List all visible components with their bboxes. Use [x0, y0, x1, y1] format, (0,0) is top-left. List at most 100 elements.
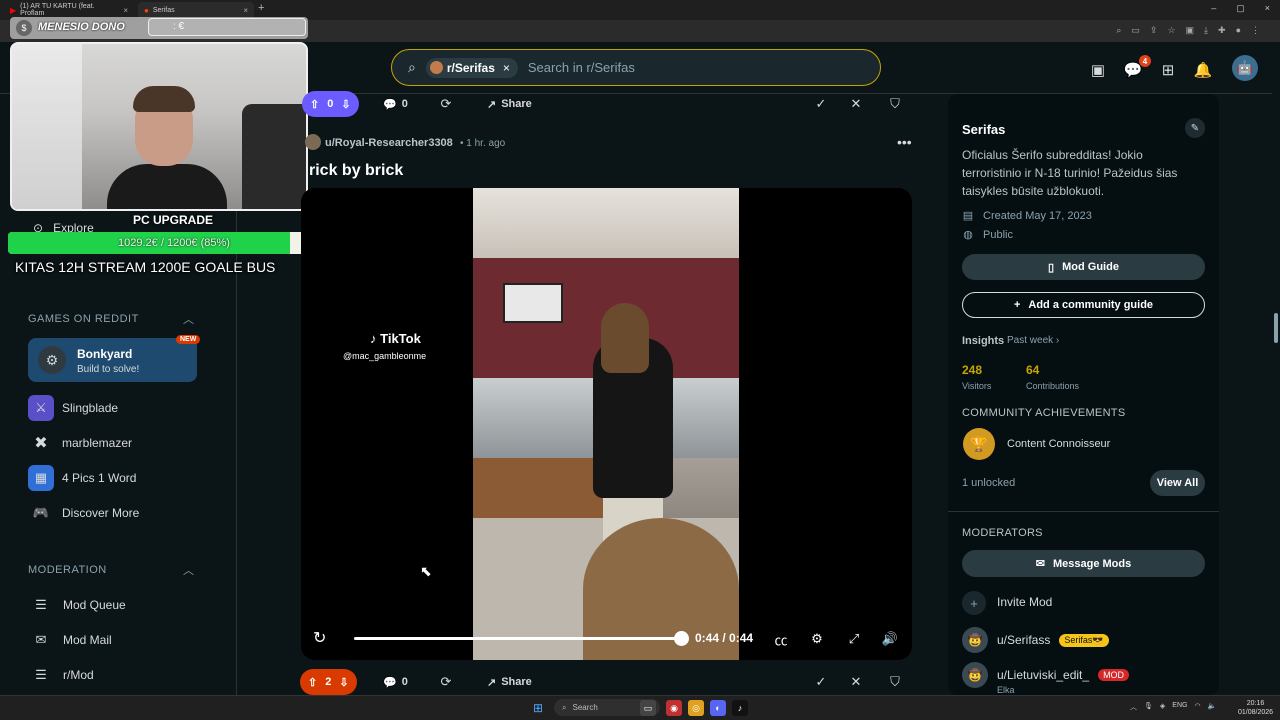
taskbar-app-icon[interactable]: ◉ [666, 700, 682, 716]
fullscreen-icon[interactable]: ⤢ [844, 629, 864, 649]
volume-icon[interactable]: 🔈 [1208, 702, 1217, 712]
sidebar-item-mod-mail[interactable]: ✉ Mod Mail [33, 632, 112, 648]
game-item-slingblade[interactable]: ⚔ Slingblade [28, 394, 118, 422]
video-progress-handle[interactable] [674, 631, 689, 646]
post-title[interactable]: rick by brick [309, 162, 403, 180]
bookmark-star-icon[interactable]: ☆ [1167, 25, 1175, 36]
replay-icon[interactable]: ↻ [313, 628, 326, 648]
close-window-button[interactable]: × [1265, 3, 1270, 14]
games-section-title[interactable]: GAMES ON REDDIT [28, 313, 139, 325]
crosspost-icon[interactable]: ⟳ [434, 670, 458, 694]
approve-icon[interactable]: ✓ [809, 670, 833, 694]
upvote-icon[interactable]: ⇧ [308, 676, 317, 689]
language-indicator[interactable]: ENG [1172, 702, 1187, 712]
windows-start-icon[interactable]: ⊞ [533, 701, 543, 715]
puzzle-icon[interactable]: ✚ [1218, 25, 1226, 36]
tiktok-icon[interactable]: ♪ [732, 700, 748, 716]
clear-chip-icon[interactable]: × [503, 61, 510, 75]
extension-icon[interactable]: ▣ [1186, 25, 1195, 36]
create-post-icon[interactable]: ⊞ [1156, 58, 1180, 82]
mod-guide-button[interactable]: ▯ Mod Guide [962, 254, 1205, 280]
settings-gear-icon[interactable]: ⚙ [807, 629, 827, 649]
browser-tab-serifas[interactable]: ● Serifas × [138, 2, 254, 18]
minimize-button[interactable]: – [1211, 3, 1216, 14]
search-placeholder[interactable]: Search in r/Serifas [528, 60, 635, 75]
menu-icon[interactable]: ⋮ [1251, 25, 1260, 36]
scrollbar-thumb[interactable] [1274, 313, 1278, 343]
game-item-4pics1word[interactable]: ▦ 4 Pics 1 Word [28, 464, 136, 492]
maximize-button[interactable]: ▢ [1236, 3, 1245, 14]
insights-range-selector[interactable]: Past week › [1007, 335, 1059, 346]
user-avatar[interactable]: 🤖 [1232, 55, 1258, 81]
add-community-guide-button[interactable]: + Add a community guide [962, 292, 1205, 318]
remove-icon[interactable]: ✕ [844, 670, 868, 694]
chevron-up-icon[interactable]: ︿ [1130, 702, 1137, 712]
zoom-icon[interactable]: ⌕ [1116, 25, 1121, 36]
sidebar-item-mod-queue[interactable]: ☰ Mod Queue [33, 597, 126, 613]
crosspost-icon[interactable]: ⟳ [434, 92, 458, 116]
share-button[interactable]: ↗ Share [487, 669, 532, 695]
downvote-icon[interactable]: ⇩ [341, 98, 350, 111]
share-icon[interactable]: ⇪ [1150, 25, 1158, 36]
downvote-icon[interactable]: ⇩ [339, 676, 348, 689]
page-scrollbar[interactable] [1272, 42, 1280, 695]
approve-icon[interactable]: ✓ [809, 92, 833, 116]
video-progress-track[interactable] [354, 637, 682, 640]
chevron-up-icon[interactable]: ︿ [183, 562, 194, 578]
close-tab-icon[interactable]: × [123, 6, 128, 15]
video-ceiling [473, 188, 739, 258]
subreddit-search-chip[interactable]: r/Serifas × [425, 57, 518, 78]
volume-icon[interactable]: 🔊 [880, 629, 900, 649]
video-player[interactable] [301, 188, 912, 660]
moderator-item[interactable]: 🤠 u/Lietuviski_edit_ MOD [962, 662, 1130, 688]
browser-tab-youtube[interactable]: ▶ (1) AR TU KARTU (feat. Proflam × [4, 2, 134, 18]
chip-label: r/Serifas [446, 60, 495, 75]
chrome-icon[interactable]: ◎ [688, 700, 704, 716]
comments-button[interactable]: 💬 0 [383, 91, 408, 117]
tray-icon[interactable]: ◈ [1160, 702, 1165, 712]
cast-icon[interactable]: ▭ [1131, 25, 1140, 36]
discover-more-games[interactable]: 🎮 Discover More [28, 499, 139, 527]
vote-control[interactable]: ⇧ 2 ⇩ [300, 669, 357, 695]
download-icon[interactable]: ⤓ [1204, 25, 1208, 36]
moderator-item[interactable]: 🤠 u/Serifass Serifas😎 [962, 627, 1109, 653]
vote-control[interactable]: ⇧ 0 ⇩ [302, 91, 359, 117]
captions-icon[interactable]: ㏄ [771, 629, 791, 649]
mod-shield-icon[interactable]: ⛉ [883, 670, 907, 694]
view-all-button[interactable]: View All [1150, 470, 1205, 496]
advertise-icon[interactable]: ▣ [1086, 58, 1110, 82]
taskbar-app-icon[interactable]: ▭ [640, 700, 656, 716]
more-options-icon[interactable]: ••• [897, 134, 912, 150]
post-author[interactable]: u/Royal-Researcher3308 [325, 137, 453, 149]
invite-mod-link[interactable]: Invite Mod [997, 595, 1052, 609]
discord-icon[interactable]: ◐ [710, 700, 726, 716]
upvote-icon[interactable]: ⇧ [310, 98, 319, 111]
moderator-avatar: 🤠 [962, 627, 988, 653]
visitors-label: Visitors [962, 381, 992, 391]
chevron-up-icon[interactable]: ︿ [183, 311, 194, 327]
sidebar-item-rmod[interactable]: ☰ r/Mod [33, 667, 94, 683]
queue-icon: ☰ [35, 597, 47, 612]
wifi-icon[interactable]: ◠ [1194, 702, 1200, 712]
new-tab-button[interactable]: + [258, 2, 264, 14]
user-flair: Serifas😎 [1059, 633, 1109, 647]
taskbar-clock[interactable]: 20:16 01/08/2026 [1238, 699, 1273, 717]
invite-plus-icon[interactable]: + [962, 591, 986, 615]
comments-button[interactable]: 💬 0 [383, 669, 408, 695]
mic-icon[interactable]: 🎙 [1144, 702, 1153, 712]
notifications-bell-icon[interactable]: 🔔 [1191, 58, 1215, 82]
achievement-badge-icon: 🏆 [963, 428, 995, 460]
mod-shield-icon[interactable]: ⛉ [883, 92, 907, 116]
search-bar[interactable]: ⌕ r/Serifas × Search in r/Serifas [391, 49, 881, 86]
edit-pencil-icon[interactable]: ✎ [1185, 118, 1205, 138]
marble-icon: ✖ [34, 435, 48, 452]
remove-icon[interactable]: ✕ [844, 92, 868, 116]
close-tab-icon[interactable]: × [243, 6, 248, 15]
message-mods-button[interactable]: ✉ Message Mods [962, 550, 1205, 577]
author-avatar[interactable] [305, 134, 321, 150]
profile-icon[interactable]: ● [1236, 25, 1241, 36]
system-tray: ︿ 🎙 ◈ ENG ◠ 🔈 [1130, 702, 1216, 712]
share-button[interactable]: ↗ Share [487, 91, 532, 117]
game-item-marblemazer[interactable]: ✖ marblemazer [28, 429, 132, 457]
moderation-section-title[interactable]: MODERATION [28, 564, 107, 576]
